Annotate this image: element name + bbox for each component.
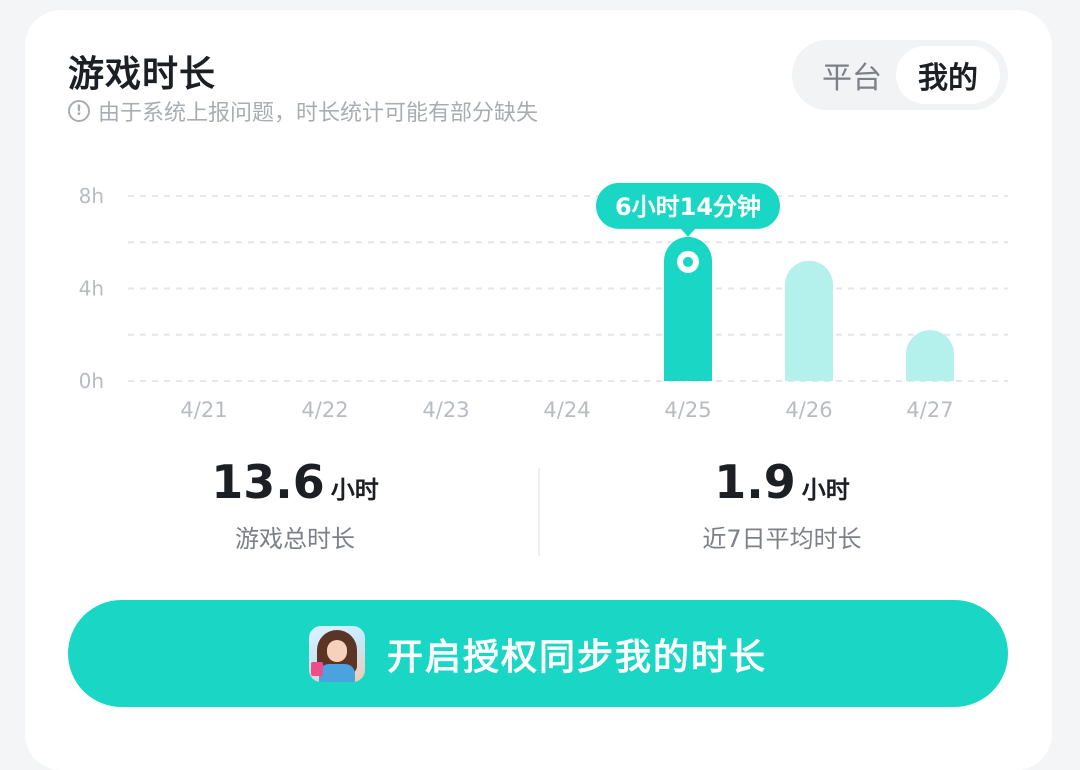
average-duration-value: 1.9: [714, 455, 796, 509]
total-duration-value: 13.6: [211, 455, 325, 509]
average-duration-unit: 小时: [801, 476, 850, 504]
y-tick-label: 0h: [79, 369, 104, 393]
y-tick-label: 4h: [79, 277, 104, 301]
total-duration-unit: 小时: [330, 476, 379, 504]
bar-4-26: [785, 260, 834, 381]
game-avatar-icon: [308, 625, 365, 682]
bar-marker-dot: [683, 256, 693, 267]
stats-divider: [538, 468, 540, 556]
tooltip-text: 6小时14分钟: [615, 193, 761, 221]
stat-average: 1.9 小时 近7日平均时长: [552, 455, 1012, 554]
x-tick-label: 4/21: [180, 398, 227, 422]
total-duration-label: 游戏总时长: [235, 525, 355, 553]
x-tick-label: 4/22: [301, 398, 348, 422]
x-tick-label: 4/27: [906, 398, 953, 422]
x-tick-label: 4/23: [422, 398, 469, 422]
sync-button-label: 开启授权同步我的时长: [386, 636, 767, 678]
average-duration-label: 近7日平均时长: [702, 525, 862, 553]
x-tick-label: 4/25: [664, 398, 711, 422]
stat-total: 13.6 小时 游戏总时长: [65, 455, 525, 554]
x-tick-label: 4/24: [543, 398, 590, 422]
x-tick-label: 4/26: [785, 398, 832, 422]
sync-authorize-button[interactable]: 开启授权同步我的时长: [68, 600, 1008, 707]
tooltip-pointer: [680, 227, 696, 237]
bar-4-27: [906, 330, 954, 381]
y-tick-label: 8h: [79, 184, 104, 208]
